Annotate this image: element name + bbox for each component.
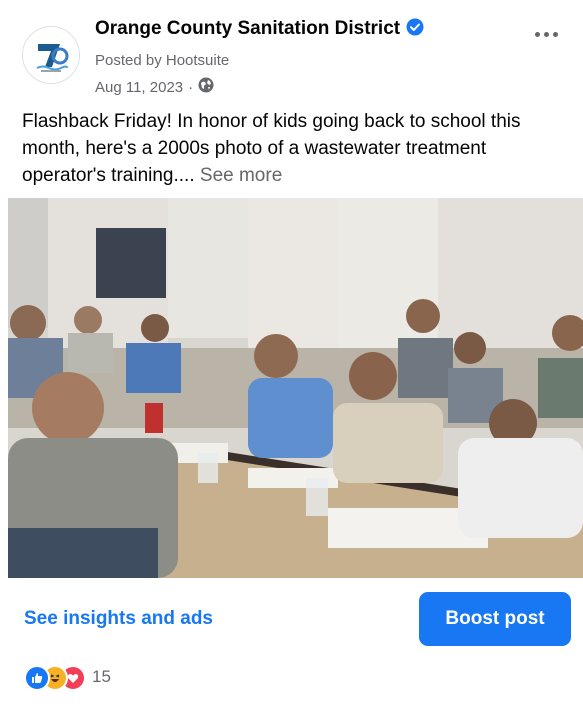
more-horizontal-icon-dot <box>543 31 549 37</box>
post-date[interactable]: Aug 11, 2023 <box>95 79 183 96</box>
post-photo[interactable] <box>8 198 583 578</box>
reaction-icons <box>24 665 88 691</box>
meta-separator: · <box>188 78 194 96</box>
boost-post-button[interactable]: Boost post <box>419 592 571 646</box>
posted-by-label: Posted by Hootsuite <box>95 52 230 69</box>
post-header: Orange County Sanitation District Posted… <box>22 14 569 97</box>
page-name-text[interactable]: Orange County Sanitation District <box>95 18 400 39</box>
classroom-photo <box>8 198 583 578</box>
more-horizontal-icon <box>534 31 540 37</box>
more-horizontal-icon-dot <box>552 31 558 37</box>
reactions-summary[interactable]: 15 <box>24 662 111 692</box>
verified-badge-icon <box>406 18 424 42</box>
see-more-link[interactable]: See more <box>200 165 282 186</box>
globe-icon[interactable] <box>198 77 214 97</box>
see-insights-link[interactable]: See insights and ads <box>24 608 213 630</box>
like-icon <box>24 665 50 691</box>
more-options-button[interactable] <box>529 22 563 46</box>
reaction-count[interactable]: 15 <box>92 667 111 687</box>
post-actions: See insights and ads Boost post <box>0 578 583 662</box>
ocsd-logo-icon <box>23 27 79 83</box>
page-name[interactable]: Orange County Sanitation District <box>95 18 424 42</box>
page-avatar[interactable] <box>22 26 80 84</box>
post-meta: Aug 11, 2023 · <box>95 77 214 97</box>
post-caption: Flashback Friday! In honor of kids going… <box>22 108 567 189</box>
